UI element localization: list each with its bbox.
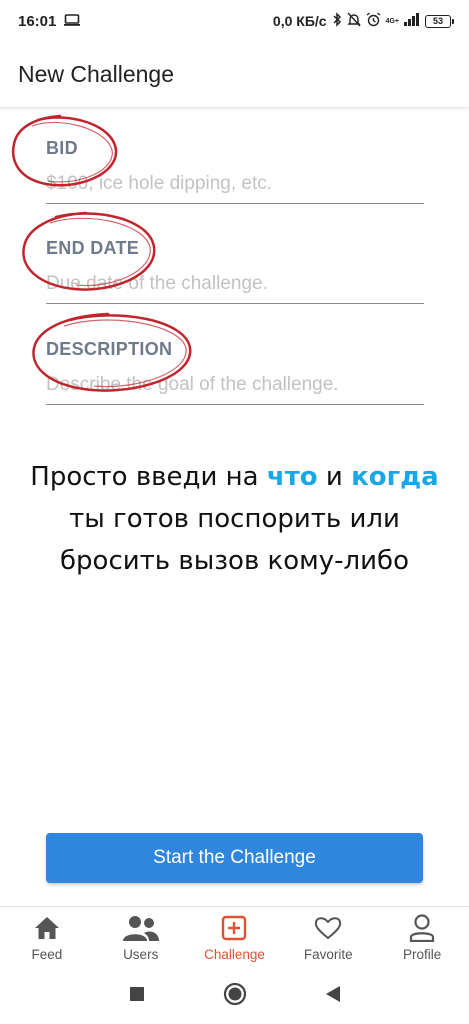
promo-highlight-when: когда xyxy=(351,462,439,492)
promo-text-part2: и xyxy=(317,462,352,492)
end-date-input[interactable] xyxy=(46,273,424,304)
person-icon xyxy=(409,913,435,943)
nav-label-profile: Profile xyxy=(402,947,442,962)
battery-icon: 53 xyxy=(425,14,454,28)
end-date-label: END DATE xyxy=(46,238,140,258)
description-input[interactable] xyxy=(46,374,424,405)
users-icon xyxy=(122,913,160,943)
start-challenge-button[interactable]: Start the Challenge xyxy=(46,833,423,883)
home-icon xyxy=(34,913,60,943)
description-label: DESCRIPTION xyxy=(46,339,173,359)
promo-highlight-what: что xyxy=(266,462,318,492)
page-title: New Challenge xyxy=(18,61,174,87)
status-bar: 16:01 0,0 КБ/с 4G+ 53 xyxy=(0,0,469,42)
nav-item-profile[interactable]: Profile xyxy=(375,907,469,968)
nav-item-feed[interactable]: Feed xyxy=(0,907,94,968)
bid-field: BID xyxy=(46,138,424,204)
promo-text: Просто введи на что и когда ты готов пос… xyxy=(0,456,469,582)
bid-label: BID xyxy=(46,138,78,158)
nav-item-challenge[interactable]: Challenge xyxy=(188,907,282,968)
status-time: 16:01 xyxy=(18,12,57,30)
nav-label-challenge: Challenge xyxy=(204,947,265,962)
network-type: 4G+ xyxy=(385,17,399,25)
signal-icon xyxy=(404,13,420,29)
recent-apps-button[interactable] xyxy=(129,986,145,1007)
alarm-icon xyxy=(366,12,381,30)
system-nav-bar xyxy=(0,968,469,1024)
back-button[interactable] xyxy=(325,985,341,1008)
promo-line-2: ты готов поспорить или xyxy=(69,504,400,534)
bluetooth-icon xyxy=(332,12,342,30)
nav-label-users: Users xyxy=(123,947,159,962)
mute-bell-icon xyxy=(346,12,361,30)
end-date-field: END DATE xyxy=(46,238,424,304)
bottom-nav: Feed Users Challenge Favorite Profile xyxy=(0,906,469,968)
plus-square-icon xyxy=(221,913,247,943)
promo-text-part1: Просто введи на xyxy=(30,462,267,492)
nav-label-feed: Feed xyxy=(31,947,63,962)
screen-cast-icon xyxy=(64,13,81,30)
network-speed: 0,0 КБ/с xyxy=(272,13,327,29)
bid-input[interactable] xyxy=(46,173,424,204)
promo-line-1: Просто введи на что и когда xyxy=(0,456,469,498)
nav-label-favorite: Favorite xyxy=(303,947,353,962)
promo-line-3: бросить вызов кому-либо xyxy=(60,546,409,576)
nav-item-users[interactable]: Users xyxy=(94,907,188,968)
app-bar: New Challenge xyxy=(0,42,469,108)
heart-icon xyxy=(314,913,342,943)
home-button[interactable] xyxy=(223,982,247,1011)
nav-item-favorite[interactable]: Favorite xyxy=(281,907,375,968)
description-field: DESCRIPTION xyxy=(46,339,424,405)
